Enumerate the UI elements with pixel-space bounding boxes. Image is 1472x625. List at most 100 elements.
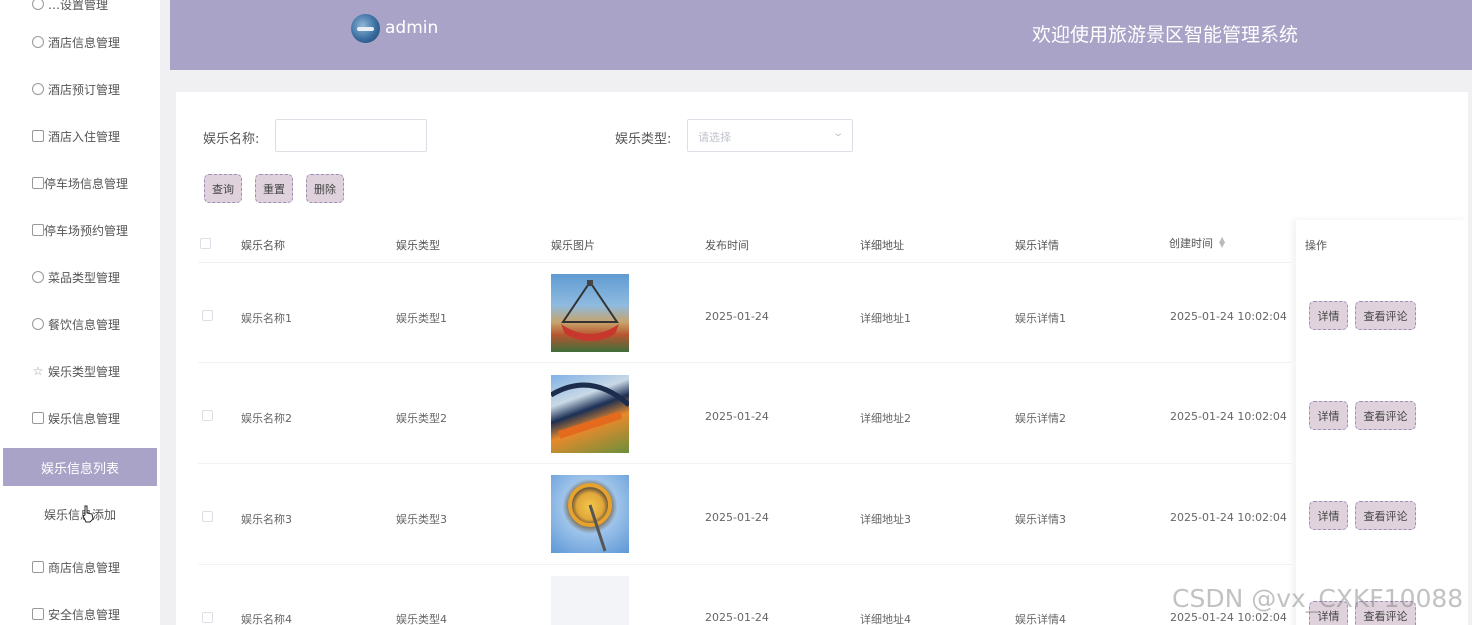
ride-image-pirate-ship[interactable] (551, 274, 629, 352)
sidebar-item-label: 商店信息管理 (48, 560, 121, 575)
detail-button[interactable]: 详情 (1309, 501, 1348, 530)
clock-icon (32, 83, 44, 95)
sidebar-item-label: 娱乐类型管理 (48, 364, 121, 379)
sidebar-item-clipped[interactable]: …设置管理 (0, 0, 160, 22)
detail-button[interactable]: 详情 (1309, 401, 1348, 430)
calendar-icon (32, 130, 44, 142)
row-divider (198, 564, 1292, 565)
username[interactable]: admin (385, 18, 438, 38)
chevron-down-icon: ⌄ (831, 128, 844, 139)
column-header-created-time[interactable]: 创建时间 (1169, 235, 1213, 251)
cell-address: 详细地址1 (860, 312, 911, 325)
column-header-image: 娱乐图片 (551, 239, 595, 252)
operations-column: 操作 详情 查看评论 详情 查看评论 详情 查看评论 详情 查看评论 (1296, 220, 1468, 625)
sidebar-subitem-ent-list[interactable]: 娱乐信息列表 (3, 448, 157, 486)
clock-icon (32, 318, 44, 330)
column-header-name: 娱乐名称 (241, 239, 285, 252)
sidebar-item-dish-type[interactable]: 菜品类型管理 (0, 259, 160, 295)
row-checkbox[interactable] (202, 410, 213, 421)
hand-cursor-icon (82, 505, 94, 523)
view-comments-button[interactable]: 查看评论 (1355, 301, 1416, 330)
select-all-checkbox[interactable] (200, 238, 211, 249)
delete-button[interactable]: 删除 (306, 174, 344, 203)
ride-image-wheel[interactable] (551, 475, 629, 553)
view-comments-button[interactable]: 查看评论 (1355, 501, 1416, 530)
cell-type: 娱乐类型2 (396, 412, 447, 425)
shop-icon (32, 177, 44, 189)
cell-type: 娱乐类型4 (396, 613, 447, 625)
cell-detail: 娱乐详情3 (1015, 513, 1066, 526)
cell-detail: 娱乐详情2 (1015, 412, 1066, 425)
sidebar-item-label: 餐饮信息管理 (48, 317, 121, 332)
sidebar-item-label: 酒店信息管理 (48, 35, 121, 50)
cell-created-time: 2025-01-24 10:02:04 (1170, 410, 1287, 423)
sidebar-item-dining-info[interactable]: 餐饮信息管理 (0, 306, 160, 342)
cell-address: 详细地址3 (860, 513, 911, 526)
cell-name: 娱乐名称2 (241, 412, 292, 425)
header-divider (198, 262, 1292, 263)
sidebar: …设置管理 酒店信息管理 酒店预订管理 酒店入住管理 停车场信息管理 停车场预约… (0, 0, 160, 625)
column-header-actions: 操作 (1305, 239, 1327, 252)
cell-detail: 娱乐详情4 (1015, 613, 1066, 625)
ride-image-coaster[interactable] (551, 375, 629, 453)
cell-address: 详细地址2 (860, 412, 911, 425)
sidebar-item-ent-type[interactable]: ☆ 娱乐类型管理 (0, 353, 160, 389)
column-header-address: 详细地址 (860, 239, 904, 252)
cell-publish-time: 2025-01-24 (705, 511, 769, 524)
cell-publish-time: 2025-01-24 (705, 611, 769, 624)
query-button[interactable]: 查询 (204, 174, 242, 203)
sidebar-subitem-ent-add[interactable]: 娱乐信息添加 (0, 496, 160, 532)
sidebar-item-safety-info[interactable]: 安全信息管理 (0, 596, 160, 625)
system-title: 欢迎使用旅游景区智能管理系统 (1032, 24, 1299, 46)
sidebar-item-label: 菜品类型管理 (48, 270, 121, 285)
sidebar-subitem-label: 娱乐信息添加 (43, 507, 116, 522)
cell-type: 娱乐类型1 (396, 312, 447, 325)
cell-name: 娱乐名称3 (241, 513, 292, 526)
reset-button[interactable]: 重置 (255, 174, 293, 203)
detail-button[interactable]: 详情 (1309, 301, 1348, 330)
sidebar-item-parking-info[interactable]: 停车场信息管理 (0, 165, 160, 201)
sidebar-item-label: 停车场预约管理 (44, 223, 129, 238)
calendar-icon (32, 224, 44, 236)
watermark: CSDN @vx_CXKF10088 (1172, 584, 1464, 613)
row-checkbox[interactable] (202, 511, 213, 522)
sidebar-item-shop-info[interactable]: 商店信息管理 (0, 549, 160, 585)
row-divider (198, 463, 1292, 464)
sidebar-item-hotel-booking[interactable]: 酒店预订管理 (0, 71, 160, 107)
sidebar-item-label: 酒店入住管理 (48, 129, 121, 144)
cell-created-time: 2025-01-24 10:02:04 (1170, 310, 1287, 323)
name-filter-label: 娱乐名称: (203, 132, 260, 147)
calendar-icon (32, 608, 44, 620)
sort-icon[interactable]: ▲ ▼ (1219, 236, 1225, 249)
column-header-detail: 娱乐详情 (1015, 239, 1059, 252)
cell-detail: 娱乐详情1 (1015, 312, 1066, 325)
star-icon: ☆ (32, 364, 44, 378)
cell-publish-time: 2025-01-24 (705, 410, 769, 423)
compass-icon (32, 36, 44, 48)
shop-icon (32, 561, 44, 573)
sidebar-item-hotel-info[interactable]: 酒店信息管理 (0, 24, 160, 60)
name-filter-input[interactable] (275, 119, 427, 152)
sidebar-item-label: 安全信息管理 (48, 607, 121, 622)
sidebar-item-hotel-checkin[interactable]: 酒店入住管理 (0, 118, 160, 154)
sidebar-item-ent-info[interactable]: 娱乐信息管理 (0, 400, 160, 436)
row-checkbox[interactable] (202, 612, 213, 623)
sidebar-item-label: …设置管理 (48, 0, 109, 12)
calendar-icon (32, 412, 44, 424)
cell-name: 娱乐名称1 (241, 312, 292, 325)
top-header: admin 欢迎使用旅游景区智能管理系统 (170, 0, 1472, 70)
main-panel: 娱乐名称: 娱乐类型: 请选择 ⌄ 查询 重置 删除 娱乐名称 娱乐类型 娱乐图… (176, 92, 1468, 625)
avatar[interactable] (351, 14, 380, 43)
sidebar-subitem-label: 娱乐信息列表 (40, 461, 119, 477)
cell-address: 详细地址4 (860, 613, 911, 625)
sidebar-item-parking-reserve[interactable]: 停车场预约管理 (0, 212, 160, 248)
view-comments-button[interactable]: 查看评论 (1355, 401, 1416, 430)
row-checkbox[interactable] (202, 310, 213, 321)
cell-type: 娱乐类型3 (396, 513, 447, 526)
cell-name: 娱乐名称4 (241, 613, 292, 625)
type-filter-placeholder: 请选择 (698, 131, 731, 144)
type-filter-select[interactable]: 请选择 ⌄ (687, 119, 853, 152)
ride-image-placeholder[interactable] (551, 576, 629, 625)
type-filter-label: 娱乐类型: (615, 132, 672, 147)
menu-icon (32, 0, 44, 10)
